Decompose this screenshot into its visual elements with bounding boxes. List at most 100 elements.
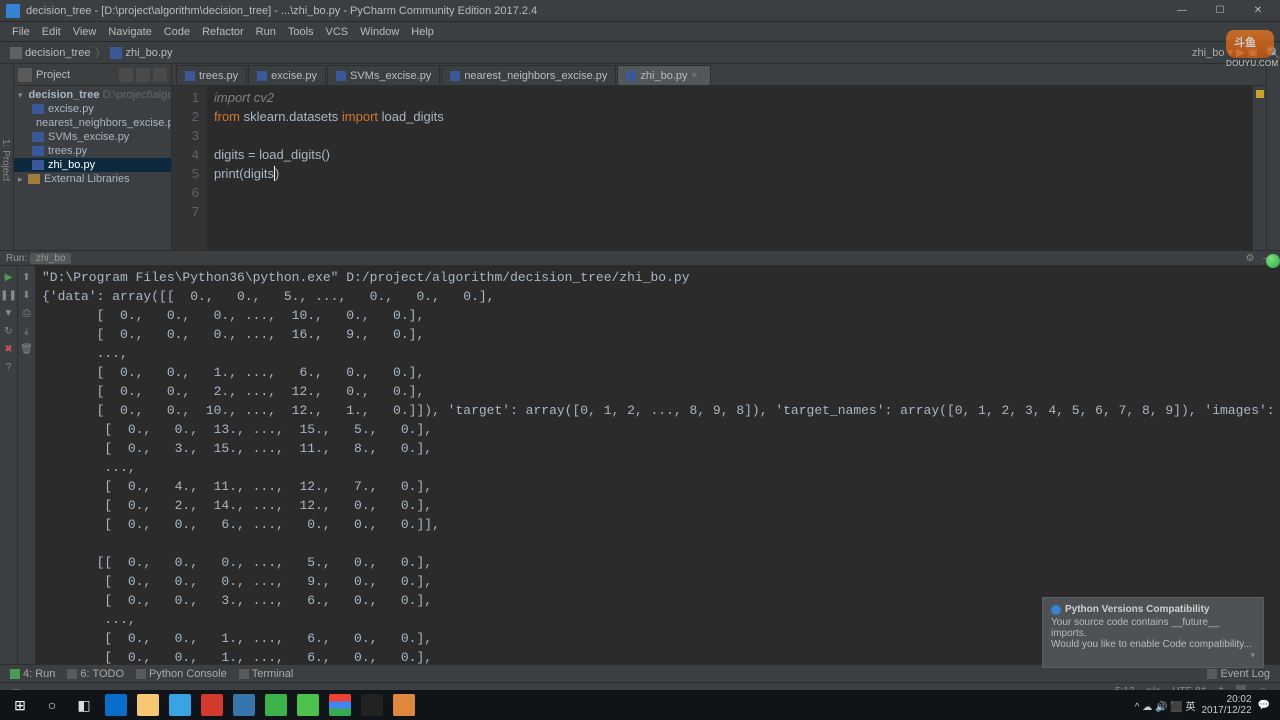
tree-root[interactable]: ▾decision_tree D:\project\algorit [14,88,171,102]
editor-tabs: trees.py excise.py SVMs_excise.py neares… [172,64,1266,86]
tree-file-label: zhi_bo.py [48,159,95,171]
hide-panel-button[interactable] [153,68,167,82]
notification-text: Would you like to enable Code compatibil… [1051,639,1252,650]
editor-tab[interactable]: excise.py [248,65,326,85]
python-file-icon [626,71,636,81]
code-editor[interactable]: import cv2 from sklearn.datasets import … [208,86,1252,250]
tool-python-console[interactable]: Python Console [130,668,233,680]
taskbar-app[interactable] [164,691,196,719]
python-file-icon [32,160,44,170]
down-stack-button[interactable]: ⬇ [20,288,34,302]
editor-tab[interactable]: nearest_neighbors_excise.py [441,65,616,85]
breadcrumb-file[interactable]: zhi_bo.py [106,47,176,59]
taskbar-app[interactable] [388,691,420,719]
project-view-icon [18,68,32,82]
event-log-icon [1207,669,1217,679]
editor-tab-active[interactable]: zhi_bo.py × [617,65,710,85]
maximize-button[interactable]: ☐ [1206,2,1234,20]
tree-root-path: D:\project\algorit [103,89,171,101]
tool-run[interactable]: 4: Run [4,668,61,680]
tool-event-log[interactable]: Event Log [1201,668,1276,680]
action-center-icon[interactable]: 💬 [1258,700,1270,711]
editor-tab[interactable]: trees.py [176,65,247,85]
editor-gutter: 1234567 [172,86,208,250]
task-view-icon[interactable]: ◧ [68,691,100,719]
taskbar-app[interactable] [228,691,260,719]
sidebar-tab-project[interactable]: 1: Project [0,64,14,250]
run-tab-config[interactable]: zhi_bo [30,253,71,264]
clear-button[interactable]: 🗑 [20,342,34,356]
up-stack-button[interactable]: ⬆ [20,270,34,284]
window-title-bar: decision_tree - [D:\project\algorithm\de… [0,0,1280,22]
scroll-end-button[interactable]: ⤓ [20,324,34,338]
taskbar-app[interactable] [100,691,132,719]
chevron-down-icon[interactable]: ▾ [1250,650,1255,661]
tree-file-selected[interactable]: zhi_bo.py [14,158,171,172]
start-button[interactable]: ⊞ [4,691,36,719]
pause-button[interactable]: ❚❚ [2,288,16,302]
python-file-icon [257,71,267,81]
menu-edit[interactable]: Edit [36,26,67,38]
editor-tab[interactable]: SVMs_excise.py [327,65,440,85]
menu-help[interactable]: Help [405,26,440,38]
editor-tab-label: nearest_neighbors_excise.py [464,70,607,82]
tool-todo[interactable]: 6: TODO [61,668,130,680]
editor-tab-label: trees.py [199,70,238,82]
tree-file[interactable]: excise.py [14,102,171,116]
cortana-search-icon[interactable]: ○ [36,691,68,719]
taskbar-app[interactable] [292,691,324,719]
settings-gear-icon[interactable] [136,68,150,82]
menu-tools[interactable]: Tools [282,26,320,38]
run-minimize-icon[interactable]: — [1262,252,1274,264]
menu-navigate[interactable]: Navigate [102,26,157,38]
restart-button[interactable]: ↻ [2,324,16,338]
todo-icon [67,669,77,679]
search-icon[interactable]: 🔍 [1266,46,1280,60]
python-file-icon [185,71,195,81]
minimize-button[interactable]: — [1168,2,1196,20]
tool-terminal[interactable]: Terminal [233,668,300,680]
editor-tab-label: zhi_bo.py [640,70,687,82]
taskbar-clock[interactable]: 20:022017/12/22 [1201,694,1251,716]
tree-external-libs[interactable]: ▸External Libraries [14,172,171,186]
python-file-icon [32,132,44,142]
soft-wrap-button[interactable]: ⎙ [20,306,34,320]
tree-file[interactable]: trees.py [14,144,171,158]
menu-window[interactable]: Window [354,26,405,38]
stop-button[interactable]: ✖ [2,342,16,356]
taskbar-app[interactable] [324,691,356,719]
down-button[interactable]: ▼ [2,306,16,320]
window-title: decision_tree - [D:\project\algorithm\de… [26,5,1274,17]
taskbar-app[interactable] [132,691,164,719]
menu-code[interactable]: Code [158,26,196,38]
breadcrumb-file-label: zhi_bo.py [125,47,172,59]
editor-tab-label: excise.py [271,70,317,82]
tree-file-label: excise.py [48,103,94,115]
menu-view[interactable]: View [67,26,103,38]
taskbar-app[interactable] [356,691,388,719]
help-button[interactable]: ? [2,360,16,374]
taskbar-app[interactable] [260,691,292,719]
collapse-all-button[interactable] [119,68,133,82]
menu-file[interactable]: File [6,26,36,38]
breadcrumb-project[interactable]: decision_tree [6,47,94,59]
notification-popup[interactable]: Python Versions Compatibility Your sourc… [1042,597,1264,668]
editor-error-stripe[interactable] [1252,86,1266,250]
breadcrumb-project-label: decision_tree [25,47,90,59]
menu-refactor[interactable]: Refactor [196,26,250,38]
rerun-button[interactable]: ▶ [2,270,16,284]
close-button[interactable]: ✕ [1244,2,1272,20]
right-sidebar [1266,64,1280,250]
system-tray[interactable]: ^ ☁ 🔊 ⬛ 英 20:022017/12/22 💬 [1129,694,1276,716]
tree-file[interactable]: nearest_neighbors_excise.py [14,116,171,130]
run-settings-icon[interactable]: ⚙ [1244,252,1256,264]
menu-run[interactable]: Run [250,26,282,38]
info-icon [1051,605,1061,615]
run-config-selector[interactable]: zhi_bo ▾ ▶ ▣ [1192,46,1266,59]
taskbar-app[interactable] [196,691,228,719]
close-tab-icon[interactable]: × [692,70,702,81]
tray-icons[interactable]: ^ ☁ 🔊 ⬛ 英 [1135,698,1196,713]
tree-file[interactable]: SVMs_excise.py [14,130,171,144]
menu-vcs[interactable]: VCS [320,26,355,38]
warning-indicator-icon[interactable] [1256,90,1264,98]
